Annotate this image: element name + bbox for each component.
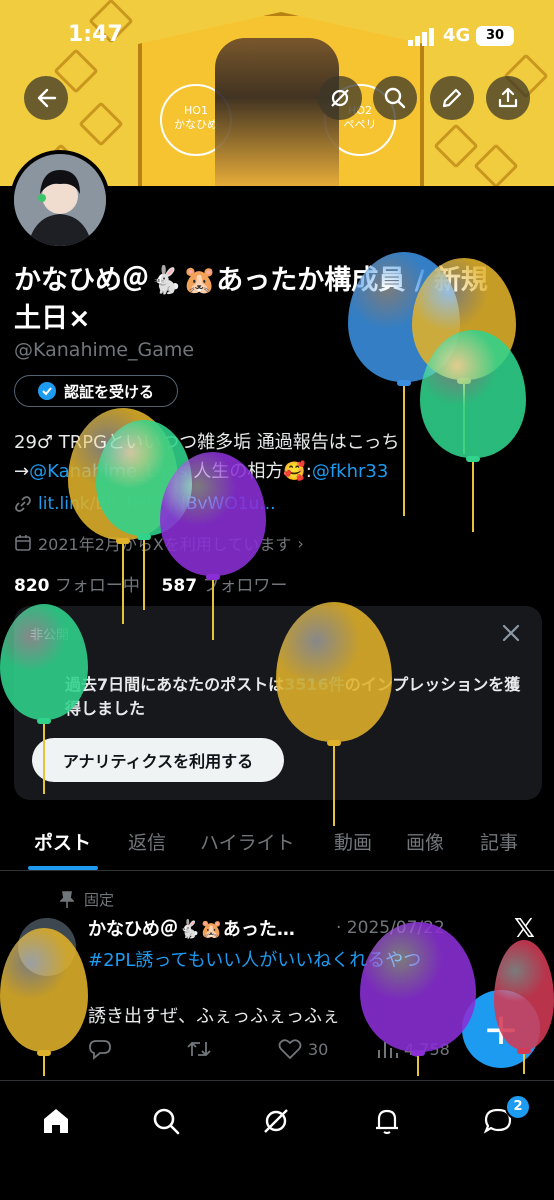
post-avatar[interactable] [18, 918, 76, 976]
profile-link-text: lit.link/BS_fieldeNBvWO1u... [38, 494, 276, 514]
calendar-icon [15, 535, 31, 551]
use-analytics-button[interactable]: アナリティクスを利用する [32, 738, 284, 782]
banner-hexagon [78, 101, 124, 147]
grok-button[interactable] [318, 76, 362, 120]
grok-nav-icon [264, 1109, 288, 1133]
bottom-navigation [0, 1080, 554, 1200]
share-icon [498, 87, 518, 108]
status-time: 1:47 [68, 22, 123, 47]
like-icon [278, 1039, 302, 1060]
network-type: 4G [443, 25, 471, 46]
close-icon[interactable] [500, 622, 522, 644]
tab-highlights[interactable]: ハイライト [200, 828, 295, 855]
post-author-name[interactable]: かなひめ＠🐇🐹あった… [88, 915, 295, 941]
get-verified-label: 認証を受ける [63, 382, 154, 401]
private-label: 非公開 [30, 628, 70, 643]
verified-badge-icon [37, 382, 56, 400]
explore-icon [153, 1108, 180, 1135]
back-icon [37, 88, 57, 108]
avatar-illustration [14, 154, 106, 246]
views-icon [378, 1042, 398, 1058]
share-button[interactable] [486, 76, 530, 120]
following-link[interactable]: 820 フォロー中 [14, 576, 140, 596]
views-count: 4,758 [404, 1039, 450, 1059]
profile-website-link[interactable]: lit.link/BS_fieldeNBvWO1u... [14, 494, 276, 514]
pinned-indicator: 固定 [60, 889, 114, 910]
follow-stats: 820 フォロー中 587 フォロワー [14, 571, 287, 596]
tab-articles[interactable]: 記事 [480, 828, 518, 855]
back-button[interactable] [24, 76, 68, 120]
reply-button[interactable] [88, 1038, 112, 1060]
get-verified-button[interactable]: 認証を受ける [14, 375, 178, 407]
notifications-icon [376, 1109, 398, 1135]
bio-link-partner[interactable]: @fkhr33 [312, 461, 388, 482]
tab-posts[interactable]: ポスト [34, 828, 91, 855]
bio-link-logs[interactable]: @Kanahime_Logs [29, 461, 188, 482]
joined-text: 2021年2月からXを利用しています [38, 535, 292, 554]
plus-icon: + [482, 1003, 520, 1055]
bio-line-1: 29♂ TRPGといいつつ雑多垢 通過報告はこっち [14, 432, 400, 453]
joined-date[interactable]: 2021年2月からXを利用しています › [14, 531, 304, 555]
nav-explore[interactable] [146, 1101, 186, 1141]
nav-grok[interactable] [256, 1101, 296, 1141]
nav-notifications[interactable] [367, 1101, 407, 1141]
profile-avatar[interactable] [10, 150, 110, 250]
x-logo-icon: 𝕏 [514, 914, 535, 944]
bio-arrow: → [14, 461, 30, 482]
bio-line-2: →@Kanahime_Logs 人生の相方🥰:@fkhr33 [14, 457, 388, 483]
tab-photos[interactable]: 画像 [406, 828, 444, 855]
search-button[interactable] [373, 76, 417, 120]
battery-indicator: 30 [476, 26, 514, 46]
post-text: 誘き出すぜ、ふぇっふぇっふぇ [88, 1006, 340, 1027]
edit-button[interactable] [430, 76, 474, 120]
tab-videos[interactable]: 動画 [334, 828, 372, 855]
impressions-text: 過去7日間にあなたのポストは3516件のインプレッションを獲得しました [65, 675, 521, 718]
tab-replies[interactable]: 返信 [128, 828, 166, 855]
banner-characters-illustration [215, 38, 339, 186]
home-icon [44, 1109, 68, 1133]
nav-home[interactable] [36, 1101, 76, 1141]
edit-icon [442, 88, 462, 108]
compose-post-button[interactable]: + [462, 990, 540, 1068]
bio-text: 人生の相方🥰: [187, 461, 312, 482]
grok-icon [331, 89, 349, 107]
messages-badge: 2 [505, 1094, 531, 1120]
profile-tabs: ポスト 返信 ハイライト 動画 画像 記事 [0, 816, 554, 871]
reply-icon [89, 1040, 111, 1060]
active-tab-indicator [28, 866, 98, 870]
like-count: 30 [308, 1039, 329, 1059]
repost-button[interactable] [186, 1038, 212, 1060]
link-icon [15, 496, 31, 512]
post-date: · 2025/07/22 [336, 918, 445, 938]
followers-link[interactable]: 587 フォロワー [162, 576, 288, 596]
like-button[interactable]: 30 [278, 1038, 328, 1060]
post-hashtag[interactable]: #2PL誘ってもいい人がいいねくれるやつ [88, 946, 421, 972]
pinned-label: 固定 [84, 891, 115, 909]
search-icon [384, 87, 406, 109]
repost-icon [187, 1041, 211, 1057]
profile-name: かなひめ＠🐇🐹あったか構成員 / 新規 土日× [14, 265, 488, 334]
views-button[interactable]: 4,758 [376, 1038, 450, 1060]
banner-hexagon [433, 123, 479, 169]
signal-icon [408, 28, 434, 46]
balloon [420, 330, 526, 536]
pin-icon [60, 890, 74, 908]
profile-handle: @Kanahime_Game [14, 339, 195, 361]
chevron-right-icon: › [297, 533, 304, 553]
banner-hexagon [473, 143, 519, 186]
